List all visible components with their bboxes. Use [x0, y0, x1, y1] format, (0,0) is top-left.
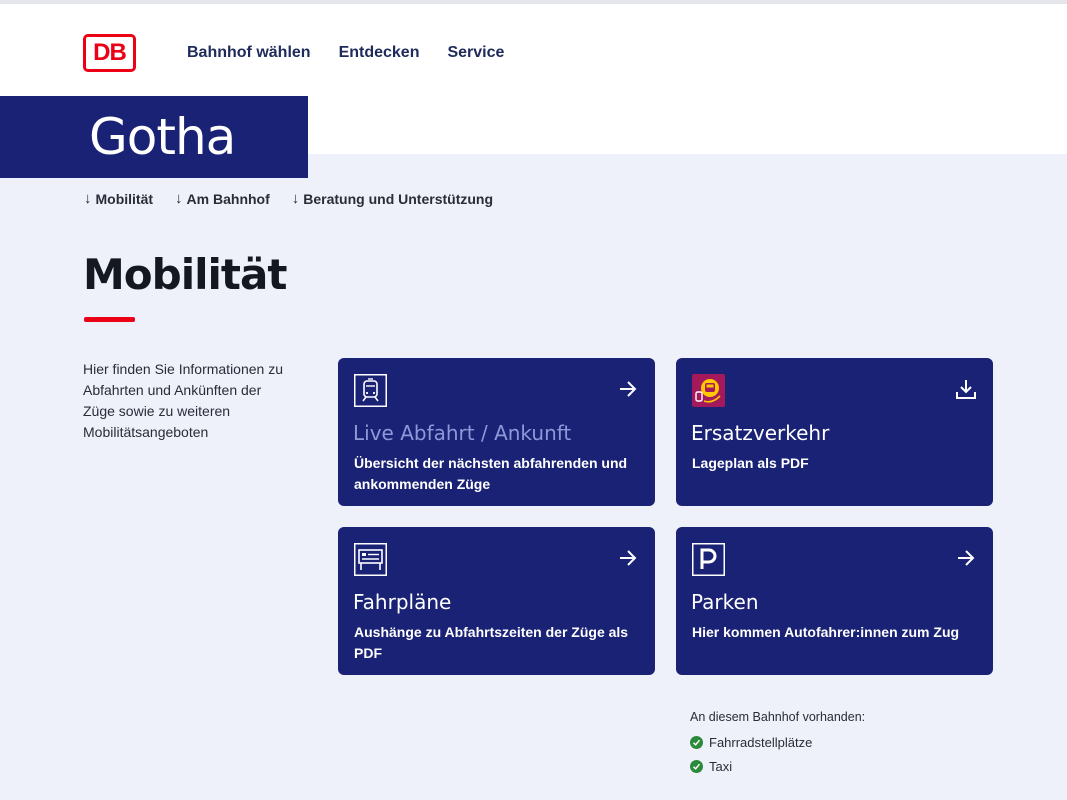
card-parken[interactable]: Parken Hier kommen Autofahrer:innen zum …	[676, 527, 993, 675]
arrow-right-icon	[620, 550, 637, 566]
anchor-nav: ↓ Mobilität ↓ Am Bahnhof ↓ Beratung und Unt…	[84, 190, 493, 207]
arrow-down-icon: ↓	[84, 190, 92, 207]
availability-label: Taxi	[709, 758, 733, 774]
nav-entdecken[interactable]: Entdecken	[339, 44, 420, 62]
parking-icon	[692, 543, 725, 576]
anchor-beratung[interactable]: ↓ Beratung und Unterstützung	[292, 190, 493, 207]
card-fahrplaene[interactable]: Fahrpläne Aushänge zu Abfahrtszeiten der…	[338, 527, 655, 675]
download-icon	[956, 380, 976, 399]
check-icon	[690, 735, 703, 749]
nav-bahnhof-waehlen[interactable]: Bahnhof wählen	[187, 44, 311, 62]
availability-heading: An diesem Bahnhof vorhanden:	[690, 710, 866, 724]
anchor-label: Mobilität	[95, 190, 154, 207]
card-title: Live Abfahrt / Ankunft	[353, 421, 572, 445]
main-nav: Bahnhof wählen Entdecken Service	[187, 44, 504, 62]
db-logo[interactable]: DB	[83, 34, 136, 72]
arrow-right-icon	[620, 381, 637, 397]
availability-label: Fahrradstellplätze	[709, 734, 813, 750]
card-ersatzverkehr[interactable]: Ersatzverkehr Lageplan als PDF	[676, 358, 993, 506]
availability-item: Taxi	[690, 754, 865, 778]
arrow-down-icon: ↓	[175, 190, 183, 207]
station-name: Gotha	[89, 108, 236, 166]
card-description: Aushänge zu Abfahrtszeiten der Züge als …	[354, 624, 629, 661]
train-icon	[354, 374, 387, 407]
arrow-right-icon	[958, 550, 975, 566]
logo-text: DB	[93, 39, 127, 66]
card-title: Fahrpläne	[353, 590, 452, 614]
card-description: Hier kommen Autofahrer:innen zum Zug	[692, 624, 960, 640]
anchor-label: Beratung und Unterstützung	[303, 190, 494, 207]
nav-service[interactable]: Service	[447, 44, 504, 62]
card-description: Übersicht der nächsten abfahrenden und a…	[354, 455, 628, 492]
card-live-abfahrt[interactable]: Live Abfahrt / Ankunft Übersicht der näc…	[338, 358, 655, 506]
section-intro: Hier finden Sie Informationen zu Abfahrt…	[83, 361, 283, 440]
timetable-board-icon	[354, 543, 387, 576]
anchor-am-bahnhof[interactable]: ↓ Am Bahnhof	[175, 190, 270, 207]
card-title: Parken	[691, 590, 759, 614]
availability-item: Fahrradstellplätze	[690, 730, 865, 754]
station-title-box: Gotha	[0, 96, 308, 178]
card-description: Lageplan als PDF	[692, 455, 809, 471]
anchor-mobilitaet[interactable]: ↓ Mobilität	[84, 190, 153, 207]
anchor-label: Am Bahnhof	[186, 190, 270, 207]
title-underline	[84, 317, 135, 322]
availability-list: An diesem Bahnhof vorhanden: Fahrradstel…	[690, 710, 865, 778]
check-icon	[690, 759, 703, 773]
section-title: Mobilität	[83, 250, 287, 299]
card-title: Ersatzverkehr	[691, 421, 830, 445]
replacement-bus-icon	[692, 374, 725, 407]
arrow-down-icon: ↓	[291, 190, 300, 207]
